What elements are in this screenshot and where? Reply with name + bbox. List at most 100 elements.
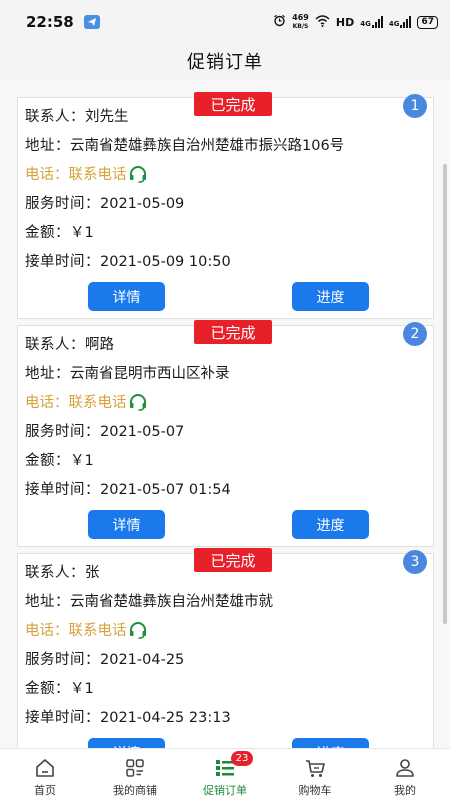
amount-value: ￥1 — [70, 453, 94, 469]
accept-time-row: 接单时间：2021-05-07 01:54 — [25, 478, 231, 499]
service-time-label: 服务时间： — [25, 196, 100, 212]
signal-1: 4G — [360, 16, 383, 28]
signal-bars-icon — [400, 16, 412, 28]
amount-row: 金额：￥1 — [25, 221, 94, 242]
service-time-row: 服务时间：2021-04-25 — [25, 648, 184, 669]
headset-icon — [129, 393, 146, 411]
order-index: 2 — [403, 322, 427, 346]
net-type-2: 4G — [388, 20, 400, 28]
service-time-label: 服务时间： — [25, 424, 100, 440]
contact-row: 联系人：刘先生 — [25, 105, 129, 126]
home-icon — [36, 759, 54, 777]
address-row: 地址：云南省楚雄彝族自治州楚雄市振兴路106号 — [25, 134, 344, 155]
contact-row: 联系人：啊路 — [25, 333, 114, 354]
accept-time-label: 接单时间： — [25, 254, 100, 270]
order-index: 1 — [403, 94, 427, 118]
headset-icon — [129, 621, 146, 639]
alarm-icon — [273, 14, 286, 30]
status-indicators: 469 KB/S HD 4G 4G 67 — [273, 12, 438, 31]
accept-time-row: 接单时间：2021-04-25 23:13 — [25, 706, 231, 727]
order-list[interactable]: 已完成 1 联系人：刘先生 地址：云南省楚雄彝族自治州楚雄市振兴路106号 电话… — [0, 80, 450, 748]
hd-label: HD — [335, 15, 355, 29]
signal-2: 4G — [389, 16, 412, 28]
service-time-value: 2021-05-07 — [100, 424, 185, 440]
network-speed: 469 KB/S — [292, 12, 309, 31]
progress-button[interactable]: 进度 — [292, 510, 369, 539]
amount-value: ￥1 — [70, 225, 94, 241]
accept-time-label: 接单时间： — [25, 482, 100, 498]
accept-time-row: 接单时间：2021-05-09 10:50 — [25, 250, 231, 271]
telegram-icon — [83, 15, 100, 29]
amount-value: ￥1 — [70, 681, 94, 697]
status-badge: 已完成 — [194, 92, 272, 116]
address-row: 地址：云南省楚雄彝族自治州楚雄市就 — [25, 590, 273, 611]
cart-icon — [306, 760, 325, 777]
tab-label: 我的 — [394, 784, 416, 797]
status-badge: 已完成 — [194, 548, 272, 572]
tab-label: 促销订单 — [203, 784, 247, 797]
service-time-value: 2021-04-25 — [100, 652, 185, 668]
speed-value: 469 — [292, 12, 309, 22]
phone-label: 电话：联系电话 — [25, 623, 127, 639]
tab-cart[interactable]: 购物车 — [270, 749, 360, 800]
contact-label: 联系人： — [25, 337, 85, 353]
order-card: 已完成 3 联系人：张 地址：云南省楚雄彝族自治州楚雄市就 电话：联系电话 服务… — [17, 548, 434, 748]
wifi-icon — [315, 14, 330, 30]
amount-row: 金额：￥1 — [25, 677, 94, 698]
contact-value: 啊路 — [85, 337, 114, 353]
detail-button[interactable]: 详情 — [88, 510, 165, 539]
phone-link[interactable]: 电话：联系电话 — [25, 391, 148, 412]
scrollbar[interactable] — [443, 164, 447, 624]
accept-time-value: 2021-05-09 10:50 — [100, 254, 231, 270]
phone-label: 电话：联系电话 — [25, 395, 127, 411]
battery-icon: 67 — [417, 15, 438, 29]
amount-label: 金额： — [25, 453, 70, 469]
service-time-value: 2021-05-09 — [100, 196, 185, 212]
accept-time-value: 2021-04-25 23:13 — [100, 710, 231, 726]
address-label: 地址： — [25, 138, 70, 154]
address-value: 云南省昆明市西山区补录 — [70, 366, 230, 382]
tab-label: 购物车 — [298, 784, 332, 797]
phone-link[interactable]: 电话：联系电话 — [25, 619, 148, 640]
status-bar: 22:58 469 KB/S HD 4G 4G 67 — [0, 0, 450, 44]
progress-button[interactable]: 进度 — [292, 738, 369, 748]
detail-button[interactable]: 详情 — [88, 738, 165, 748]
amount-row: 金额：￥1 — [25, 449, 94, 470]
address-value: 云南省楚雄彝族自治州楚雄市振兴路106号 — [70, 138, 345, 154]
progress-button[interactable]: 进度 — [292, 282, 369, 311]
tab-label: 我的商铺 — [113, 784, 157, 797]
detail-button[interactable]: 详情 — [88, 282, 165, 311]
accept-time-label: 接单时间： — [25, 710, 100, 726]
shop-grid-icon — [126, 759, 144, 777]
speed-unit: KB/S — [292, 22, 309, 30]
contact-label: 联系人： — [25, 565, 85, 581]
tab-mine[interactable]: 我的 — [360, 749, 450, 800]
user-icon — [396, 759, 414, 777]
address-row: 地址：云南省昆明市西山区补录 — [25, 362, 230, 383]
service-time-row: 服务时间：2021-05-07 — [25, 420, 184, 441]
contact-label: 联系人： — [25, 109, 85, 125]
order-count-badge: 23 — [231, 751, 253, 766]
address-label: 地址： — [25, 366, 70, 382]
headset-icon — [129, 165, 146, 183]
contact-value: 刘先生 — [85, 109, 129, 125]
accept-time-value: 2021-05-07 01:54 — [100, 482, 231, 498]
status-time: 22:58 — [26, 13, 74, 31]
net-type-1: 4G — [360, 20, 371, 28]
order-card: 已完成 1 联系人：刘先生 地址：云南省楚雄彝族自治州楚雄市振兴路106号 电话… — [17, 92, 434, 319]
tab-promo-orders[interactable]: 23 促销订单 — [180, 749, 270, 800]
order-card: 已完成 2 联系人：啊路 地址：云南省昆明市西山区补录 电话：联系电话 服务时间… — [17, 320, 434, 547]
page-header: 促销订单 — [0, 44, 450, 78]
address-label: 地址： — [25, 594, 70, 610]
status-badge: 已完成 — [194, 320, 272, 344]
contact-row: 联系人：张 — [25, 561, 100, 582]
service-time-label: 服务时间： — [25, 652, 100, 668]
amount-label: 金额： — [25, 681, 70, 697]
tab-my-shop[interactable]: 我的商铺 — [90, 749, 180, 800]
order-index: 3 — [403, 550, 427, 574]
bottom-tab-bar: 首页 我的商铺 23 促销订单 购物车 我的 — [0, 748, 450, 800]
contact-value: 张 — [85, 565, 100, 581]
phone-label: 电话：联系电话 — [25, 167, 127, 183]
phone-link[interactable]: 电话：联系电话 — [25, 163, 148, 184]
tab-home[interactable]: 首页 — [0, 749, 90, 800]
